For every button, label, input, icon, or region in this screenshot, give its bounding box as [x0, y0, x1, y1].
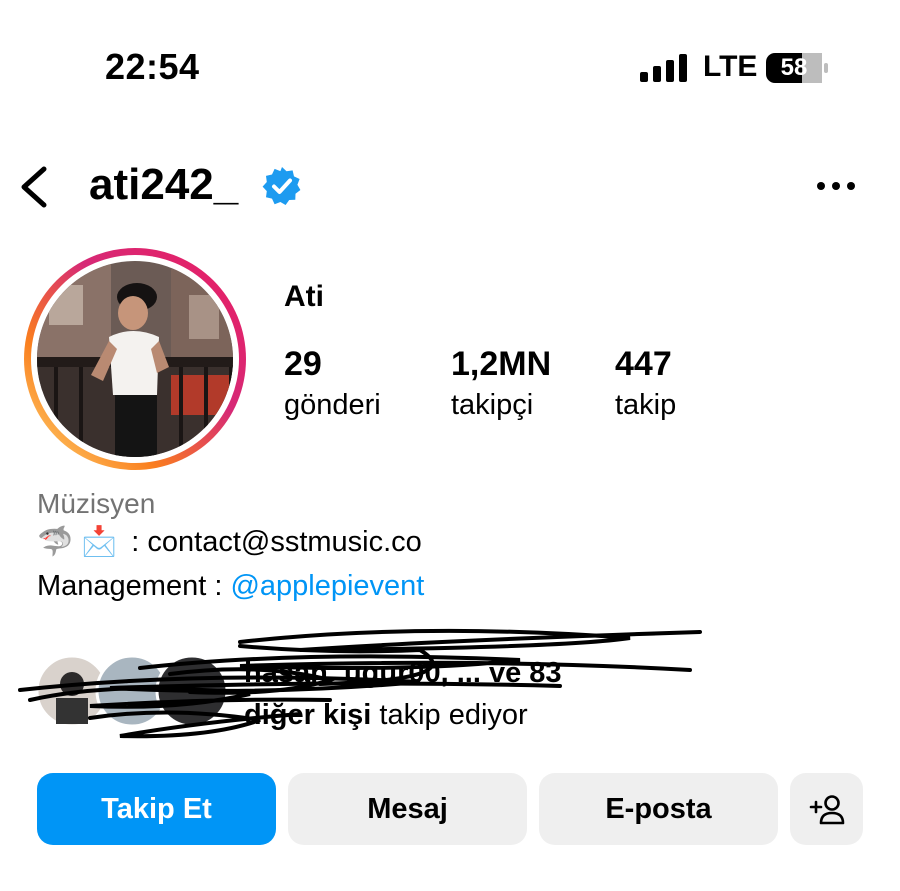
profile-display-name: Ati — [284, 280, 324, 313]
more-horizontal-icon[interactable] — [815, 176, 857, 196]
bio-management-line: Management : @applepievent — [37, 570, 424, 603]
profile-avatar[interactable] — [21, 245, 249, 473]
stat-posts-count: 29 — [284, 345, 322, 383]
bio-emojis: 🦈 📩 — [37, 526, 118, 558]
cellular-signal-icon — [640, 54, 687, 82]
email-button[interactable]: E-posta — [539, 773, 778, 845]
stat-following-label: takip — [615, 389, 677, 421]
followed-by-suffix: takip ediyor — [371, 699, 528, 731]
network-type: LTE — [703, 50, 758, 83]
followed-by-others: diğer kişi — [244, 699, 372, 731]
stat-followers-label: takipçi — [451, 389, 534, 421]
bio-contact-line: 🦈 📩 : contact@sstmusic.co — [37, 525, 422, 559]
stat-following[interactable]: 447 takip — [615, 344, 676, 425]
profile-username: ati242_ — [89, 160, 239, 209]
followed-by-avatars[interactable] — [36, 654, 236, 728]
bio-management-prefix: Management : — [37, 570, 231, 602]
stat-posts[interactable]: 29 gönderi — [284, 344, 381, 425]
add-person-icon — [809, 795, 844, 825]
add-user-button[interactable] — [790, 773, 863, 845]
followed-by-text[interactable]: hasan_ugur00, ... ve 83 diğer kişi takip… — [244, 652, 804, 736]
followed-by-count: ve 83 — [480, 657, 562, 689]
bio-contact-text: : contact@sstmusic.co — [131, 525, 422, 558]
battery-level: 58 — [780, 54, 808, 81]
battery-icon: 58 — [766, 52, 830, 84]
stat-followers[interactable]: 1,2MN takipçi — [451, 344, 551, 425]
bio-management-mention[interactable]: @applepievent — [230, 570, 424, 602]
stat-followers-count: 1,2MN — [451, 345, 552, 383]
stat-posts-label: gönderi — [284, 389, 381, 421]
message-button[interactable]: Mesaj — [288, 773, 527, 845]
stat-following-count: 447 — [615, 345, 672, 383]
verified-badge-icon — [262, 167, 301, 205]
profile-category: Müzisyen — [37, 488, 156, 519]
follow-button[interactable]: Takip Et — [37, 773, 276, 845]
chevron-left-icon[interactable] — [16, 166, 52, 208]
status-time: 22:54 — [105, 46, 200, 87]
followed-by-names: hasan_ugur00, ... — [244, 657, 481, 689]
